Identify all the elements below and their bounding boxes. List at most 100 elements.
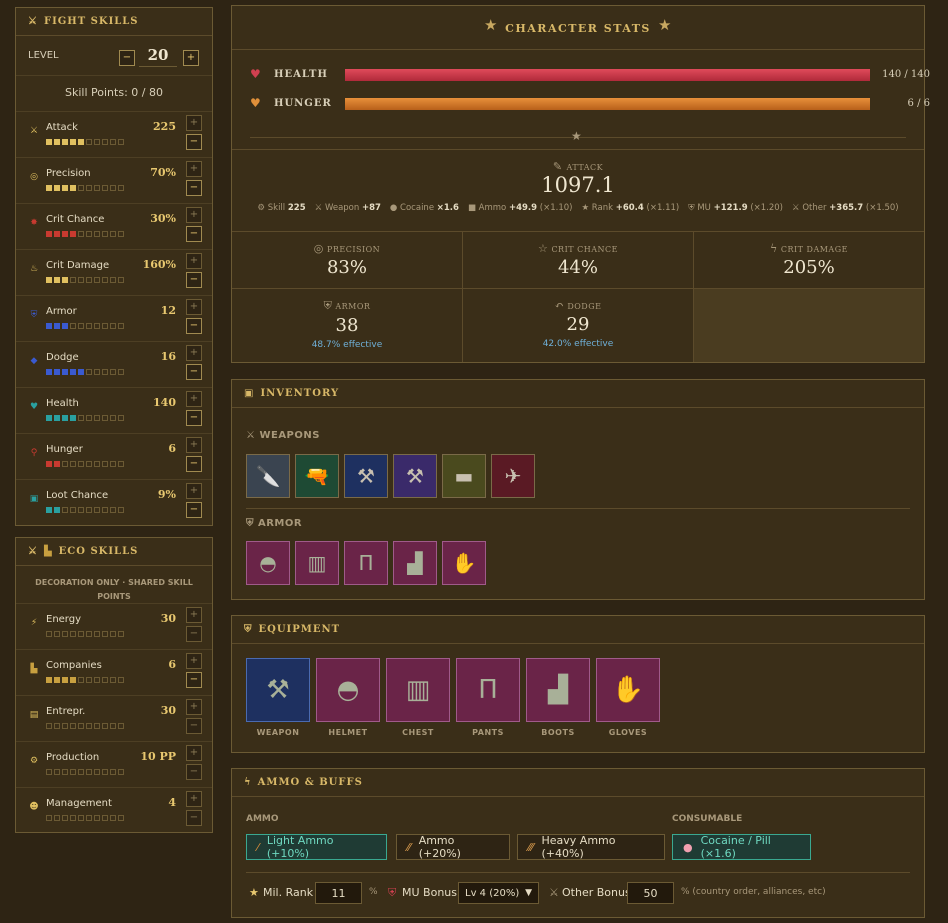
skill-decrease-button[interactable]: −	[186, 226, 202, 242]
stats-header: ★ CHARACTER STATS ★	[232, 6, 924, 50]
equipment-slot-pants[interactable]: Π	[456, 658, 520, 722]
skill-level-dot	[46, 631, 52, 637]
skill-level-dot	[110, 461, 116, 467]
weapon-slot[interactable]: 🔫	[295, 454, 339, 498]
level-decrease-button[interactable]: −	[119, 50, 135, 66]
skill-decrease-button[interactable]: −	[186, 134, 202, 150]
equipment-slot-gloves[interactable]: ✋	[596, 658, 660, 722]
skill-decrease-button[interactable]: −	[186, 318, 202, 334]
skill-level-dot	[46, 461, 52, 467]
skill-decrease-button[interactable]: −	[186, 718, 202, 734]
attack-label-row: ✎ ATTACK	[232, 160, 924, 173]
drumstick-icon: ⚲	[30, 448, 38, 458]
star-icon: ★	[581, 203, 590, 213]
skill-name: Health	[46, 398, 79, 409]
skill-value: 6	[168, 442, 176, 455]
dodge-label: DODGE	[567, 302, 602, 311]
skill-increase-button[interactable]: +	[186, 391, 202, 407]
armor-slot[interactable]: ▟	[393, 541, 437, 585]
cocaine-pill-button[interactable]: ● Cocaine / Pill (×1.6)	[672, 834, 811, 860]
equipment-slot-helmet[interactable]: ◓	[316, 658, 380, 722]
light-ammo-button[interactable]: ⁄ Light Ammo (+10%)	[246, 834, 387, 860]
skill-increase-button[interactable]: +	[186, 115, 202, 131]
equipment-slot-label: BOOTS	[541, 728, 575, 737]
mu-bonus-select[interactable]: Lv 4 (20%) ▼	[458, 882, 539, 904]
skill-level-dots	[46, 415, 124, 421]
weapon-slot[interactable]: ▬	[442, 454, 486, 498]
crit-chance-cell: ☆ CRIT CHANCE 44%	[463, 231, 694, 288]
skill-decrease-button[interactable]: −	[186, 364, 202, 380]
skill-increase-button[interactable]: +	[186, 791, 202, 807]
mil-rank-input[interactable]: 11	[315, 882, 362, 904]
armor-slot[interactable]: ◓	[246, 541, 290, 585]
skill-level-dot	[54, 631, 60, 637]
light-ammo-label: Light Ammo (+10%)	[266, 834, 334, 860]
skill-level-dot	[70, 677, 76, 683]
eco-skills-header: ⚔ ▙ ECO SKILLS	[16, 538, 212, 566]
skill-increase-button[interactable]: +	[186, 653, 202, 669]
precision-label-row: ◎ PRECISION	[232, 242, 462, 255]
skill-level-dot	[78, 461, 84, 467]
equipment-slot-chest[interactable]: ▥	[386, 658, 450, 722]
skill-level-dot	[86, 631, 92, 637]
skill-decrease-button[interactable]: −	[186, 410, 202, 426]
heavy-ammo-button[interactable]: ⁄⁄⁄ Heavy Ammo (+40%)	[517, 834, 665, 860]
skill-level-dot	[54, 231, 60, 237]
skill-level-dot	[46, 139, 52, 145]
skill-increase-button[interactable]: +	[186, 699, 202, 715]
skill-decrease-button[interactable]: −	[186, 502, 202, 518]
level-increase-button[interactable]: +	[183, 50, 199, 66]
attack-label: ATTACK	[566, 163, 604, 172]
skill-level-dot	[78, 723, 84, 729]
skill-increase-button[interactable]: +	[186, 345, 202, 361]
skill-row-hunger: ⚲ Hunger 6 + −	[16, 433, 212, 479]
skill-level-dot	[102, 461, 108, 467]
skill-row-companies: ▙ Companies 6 + −	[16, 649, 212, 695]
breakdown-value: ×1.6	[436, 203, 459, 213]
armor-slot[interactable]: Π	[344, 541, 388, 585]
weapon-slot[interactable]: 🔪	[246, 454, 290, 498]
skill-decrease-button[interactable]: −	[186, 672, 202, 688]
skill-decrease-button[interactable]: −	[186, 764, 202, 780]
weapon-slot[interactable]: ⚒	[344, 454, 388, 498]
armor-slot[interactable]: ✋	[442, 541, 486, 585]
ammo-button[interactable]: ⁄⁄ Ammo (+20%)	[396, 834, 510, 860]
equipment-slot-weapon[interactable]: ⚒	[246, 658, 310, 722]
skill-increase-button[interactable]: +	[186, 607, 202, 623]
skill-increase-button[interactable]: +	[186, 745, 202, 761]
skill-level-dot	[118, 277, 124, 283]
weapon-slot[interactable]: ⚒	[393, 454, 437, 498]
equipment-slot-boots[interactable]: ▟	[526, 658, 590, 722]
skill-increase-button[interactable]: +	[186, 437, 202, 453]
ammo-label: Ammo (+20%)	[418, 834, 461, 860]
vest-icon: ▥	[307, 551, 327, 575]
other-bonus-input[interactable]: 50	[627, 882, 674, 904]
skill-increase-button[interactable]: +	[186, 207, 202, 223]
skill-increase-button[interactable]: +	[186, 253, 202, 269]
skill-decrease-button[interactable]: −	[186, 626, 202, 642]
skill-increase-button[interactable]: +	[186, 299, 202, 315]
weapons-label: WEAPONS	[259, 430, 320, 441]
inventory-title: INVENTORY	[260, 388, 340, 399]
breakdown-value: +365.7	[829, 203, 864, 213]
divider	[246, 508, 910, 509]
skill-level-dot	[110, 677, 116, 683]
skill-row-precision: ◎ Precision 70% + −	[16, 157, 212, 203]
skill-level-dot	[94, 185, 100, 191]
skill-decrease-button[interactable]: −	[186, 456, 202, 472]
swords-icon: ⚔	[549, 886, 559, 899]
skill-name: Energy	[46, 614, 82, 625]
skill-level-dot	[86, 461, 92, 467]
skill-points: Skill Points: 0 / 80	[65, 86, 163, 99]
ammo-buffs-panel: ϟ AMMO & BUFFS AMMO CONSUMABLE ⁄ Light Am…	[231, 768, 925, 918]
level-value[interactable]: 20	[139, 46, 177, 67]
weapon-slot[interactable]: ✈	[491, 454, 535, 498]
skill-decrease-button[interactable]: −	[186, 180, 202, 196]
skill-decrease-button[interactable]: −	[186, 810, 202, 826]
armor-slot[interactable]: ▥	[295, 541, 339, 585]
skill-decrease-button[interactable]: −	[186, 272, 202, 288]
level-row: LEVEL − 20 +	[16, 36, 212, 76]
skill-increase-button[interactable]: +	[186, 483, 202, 499]
breakdown-label: Weapon	[324, 203, 360, 213]
skill-increase-button[interactable]: +	[186, 161, 202, 177]
